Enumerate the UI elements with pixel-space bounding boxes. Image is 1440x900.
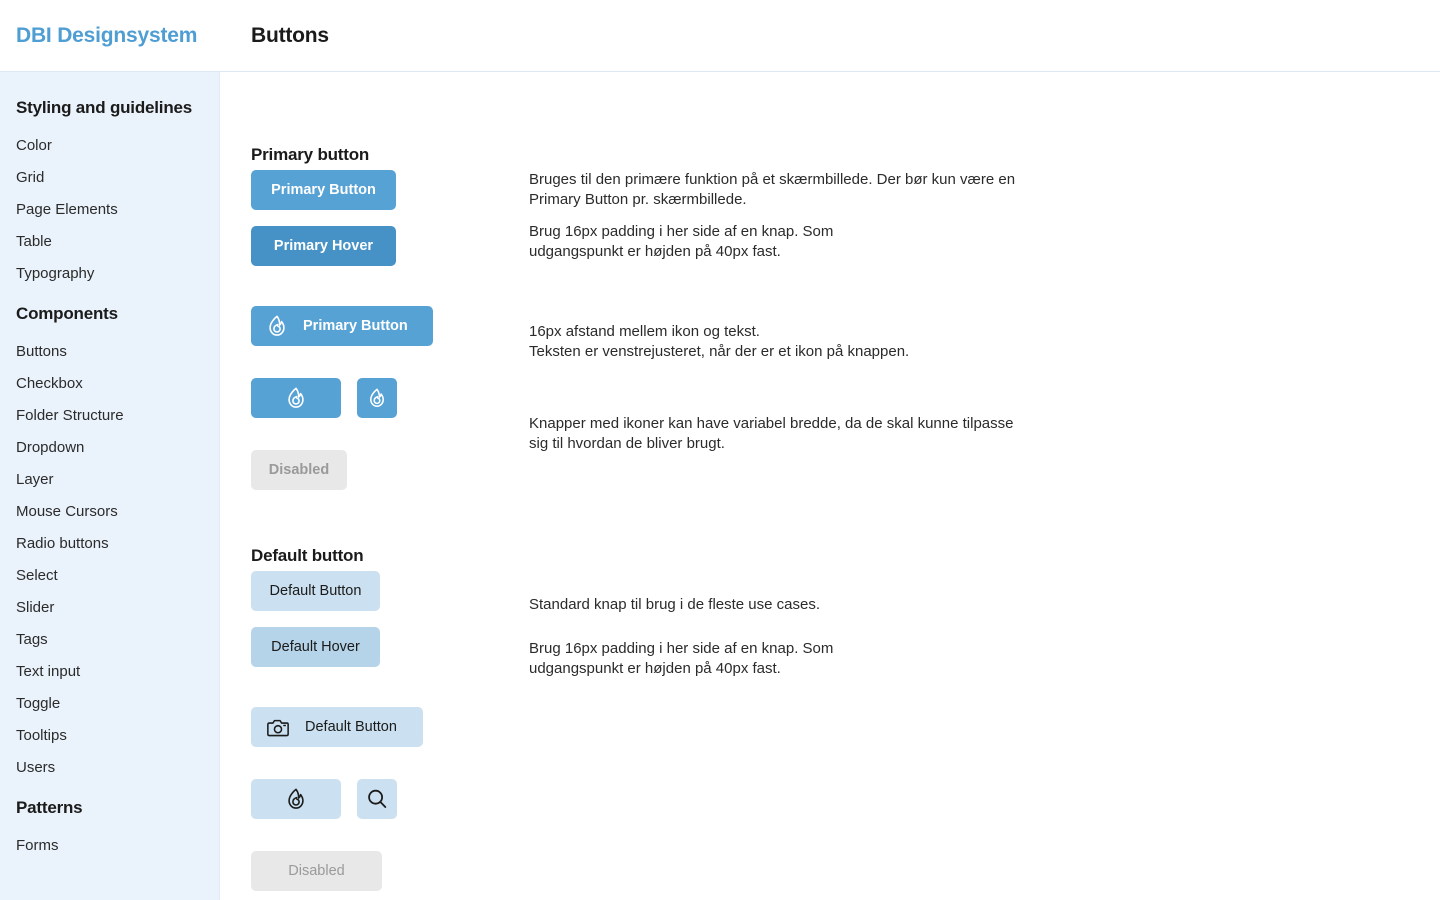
row-default: Default Button	[251, 571, 501, 611]
flame-icon	[286, 387, 306, 409]
primary-description-1-line2: Primary Button pr. skærmbillede.	[529, 191, 747, 208]
primary-description-1-line1: Bruges til den primære funktion på et sk…	[529, 171, 1016, 188]
sidebar-item-forms[interactable]: Forms	[0, 830, 219, 862]
sidebar-item-buttons[interactable]: Buttons	[0, 336, 219, 368]
row-primary-icon-only	[251, 378, 501, 418]
default-description-2-line1: Brug 16px padding i her side af en knap.…	[529, 640, 834, 657]
camera-icon	[267, 718, 289, 737]
sidebar-item-checkbox[interactable]: Checkbox	[0, 368, 219, 400]
sidebar-item-layer[interactable]: Layer	[0, 464, 219, 496]
sidebar-item-radio-buttons[interactable]: Radio buttons	[0, 528, 219, 560]
sidebar-item-select[interactable]: Select	[0, 560, 219, 592]
app-header: DBI Designsystem Buttons	[0, 0, 1440, 72]
search-icon	[366, 788, 388, 810]
primary-description-4: Knapper med ikoner kan have variabel bre…	[529, 414, 1049, 454]
row-default-hover: Default Hover	[251, 627, 501, 667]
row-primary-disabled: Disabled	[251, 450, 501, 490]
nav-group-title-patterns: Patterns	[16, 798, 83, 817]
flame-icon	[286, 788, 306, 810]
primary-button-with-icon-label: Primary Button	[303, 318, 408, 334]
row-primary-with-icon: Primary Button	[251, 306, 501, 346]
section-title-default: Default button	[251, 546, 364, 566]
sidebar-item-grid[interactable]: Grid	[0, 162, 219, 194]
sidebar-item-color[interactable]: Color	[0, 130, 219, 162]
primary-button-descriptions: Bruges til den primære funktion på et sk…	[529, 170, 1049, 454]
primary-hover-button[interactable]: Primary Hover	[251, 226, 396, 266]
primary-description-3: 16px afstand mellem ikon og tekst. Tekst…	[529, 322, 1049, 362]
sidebar-item-table[interactable]: Table	[0, 226, 219, 258]
primary-description-2-line1: Brug 16px padding i her side af en knap.…	[529, 223, 834, 240]
row-primary: Primary Button	[251, 170, 501, 210]
nav-group-title-components: Components	[16, 304, 118, 323]
row-default-with-icon: Default Button	[251, 707, 501, 747]
sidebar-item-tags[interactable]: Tags	[0, 624, 219, 656]
default-button-with-icon-label: Default Button	[305, 719, 397, 735]
primary-description-3-line1: 16px afstand mellem ikon og tekst.	[529, 323, 760, 340]
primary-description-3-line2: Teksten er venstrejusteret, når der er e…	[529, 343, 910, 360]
default-description-2-line2: udgangspunkt er højden på 40px fast.	[529, 660, 781, 677]
default-search-icon-button[interactable]	[357, 779, 397, 819]
main-content: Primary button Primary Button Primary Ho…	[220, 72, 1440, 900]
sidebar-item-text-input[interactable]: Text input	[0, 656, 219, 688]
default-description-1: Standard knap til brug i de fleste use c…	[529, 596, 821, 613]
primary-description-2-line2: udgangspunkt er højden på 40px fast.	[529, 243, 781, 260]
primary-description-4-line1: Knapper med ikoner kan have variabel bre…	[529, 415, 1014, 432]
page-title: Buttons	[251, 24, 329, 47]
default-button-descriptions: Standard knap til brug i de fleste use c…	[529, 571, 1049, 679]
sidebar-item-toggle[interactable]: Toggle	[0, 688, 219, 720]
sidebar-item-page-elements[interactable]: Page Elements	[0, 194, 219, 226]
flame-icon	[368, 388, 386, 408]
nav-group-components: Components Buttons Checkbox Folder Struc…	[0, 290, 219, 784]
sidebar-item-mouse-cursors[interactable]: Mouse Cursors	[0, 496, 219, 528]
primary-button-examples: Primary Button Primary Hover Primary But…	[251, 170, 501, 506]
brand-logo[interactable]: DBI Designsystem	[0, 25, 220, 46]
primary-button-with-icon[interactable]: Primary Button	[251, 306, 433, 346]
primary-description-2: Brug 16px padding i her side af en knap.…	[529, 222, 1049, 262]
row-default-icon-only	[251, 779, 501, 819]
sidebar-item-users[interactable]: Users	[0, 752, 219, 784]
sidebar-item-slider[interactable]: Slider	[0, 592, 219, 624]
sidebar-item-folder-structure[interactable]: Folder Structure	[0, 400, 219, 432]
primary-button[interactable]: Primary Button	[251, 170, 396, 210]
primary-description-1: Bruges til den primære funktion på et sk…	[529, 170, 1049, 210]
nav-group-patterns: Patterns Forms	[0, 784, 219, 862]
sidebar-item-tooltips[interactable]: Tooltips	[0, 720, 219, 752]
default-hover-button[interactable]: Default Hover	[251, 627, 380, 667]
primary-icon-button-wide[interactable]	[251, 378, 341, 418]
row-default-disabled: Disabled	[251, 851, 501, 891]
primary-icon-button-square[interactable]	[357, 378, 397, 418]
primary-disabled-button: Disabled	[251, 450, 347, 490]
sidebar-item-dropdown[interactable]: Dropdown	[0, 432, 219, 464]
sidebar-nav: Styling and guidelines Color Grid Page E…	[0, 72, 220, 900]
sidebar-item-typography[interactable]: Typography	[0, 258, 219, 290]
flame-icon	[267, 315, 287, 337]
default-button-examples: Default Button Default Hover Default But…	[251, 571, 501, 900]
default-description-2: Brug 16px padding i her side af en knap.…	[529, 639, 1049, 679]
primary-description-4-line2: sig til hvordan de bliver brugt.	[529, 435, 725, 452]
app-root: DBI Designsystem Buttons Styling and gui…	[0, 0, 1440, 900]
row-primary-hover: Primary Hover	[251, 226, 501, 266]
default-icon-button-wide[interactable]	[251, 779, 341, 819]
nav-group-styling: Styling and guidelines Color Grid Page E…	[0, 88, 219, 290]
default-disabled-button: Disabled	[251, 851, 382, 891]
nav-group-title-styling: Styling and guidelines	[16, 98, 193, 117]
default-button-with-icon[interactable]: Default Button	[251, 707, 423, 747]
default-button[interactable]: Default Button	[251, 571, 380, 611]
section-title-primary: Primary button	[251, 145, 370, 165]
